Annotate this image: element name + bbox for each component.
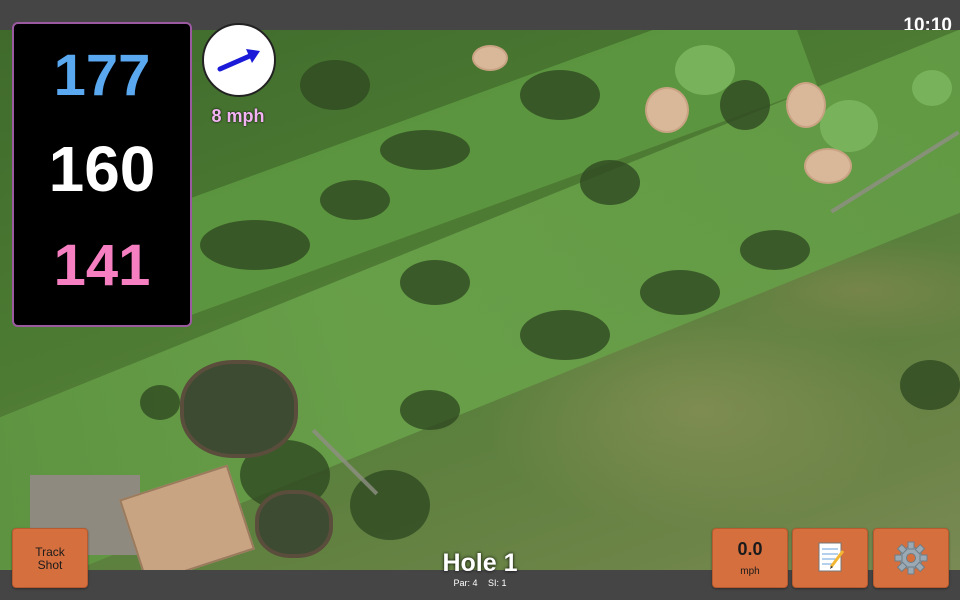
track-shot-label: Track Shot [35,545,65,572]
pond [180,360,298,458]
wind-direction-arrow-icon [202,23,276,97]
bunker [786,82,826,128]
tree [720,80,770,130]
notepad-icon [793,542,867,591]
notes-button[interactable] [792,528,868,588]
tree [400,260,470,305]
speed-unit: mph [740,566,760,577]
speed-button[interactable]: 0.0 mph [712,528,788,588]
tree [300,60,370,110]
track-shot-button[interactable]: Track Shot [12,528,88,588]
tree [900,360,960,410]
yardage-panel: 177 160 141 [12,22,192,327]
tree [520,70,600,120]
front-yardage: 141 [53,233,151,298]
hole-stroke-index: SI: 1 [488,578,507,588]
tree [380,130,470,170]
bunker [472,45,508,71]
tree [400,390,460,430]
pond [255,490,333,558]
tree [320,180,390,220]
back-yardage: 177 [53,43,151,108]
tree [580,160,640,205]
settings-button[interactable] [873,528,949,588]
wind-speed-label: 8 mph [211,106,265,126]
speed-value: 0.0 [737,539,763,559]
gear-icon [874,541,948,591]
bunker [645,87,689,133]
middle-yardage: 160 [48,133,156,205]
tree [520,310,610,360]
tree [200,220,310,270]
tree [640,270,720,315]
hole-info: Par: 4 SI: 1 [380,578,580,588]
green [820,100,878,152]
tree [140,385,180,420]
bunker [804,148,852,184]
hole-par: Par: 4 [453,578,478,588]
hole-title: Hole 1 [442,549,518,577]
green [912,70,952,106]
tree [740,230,810,270]
